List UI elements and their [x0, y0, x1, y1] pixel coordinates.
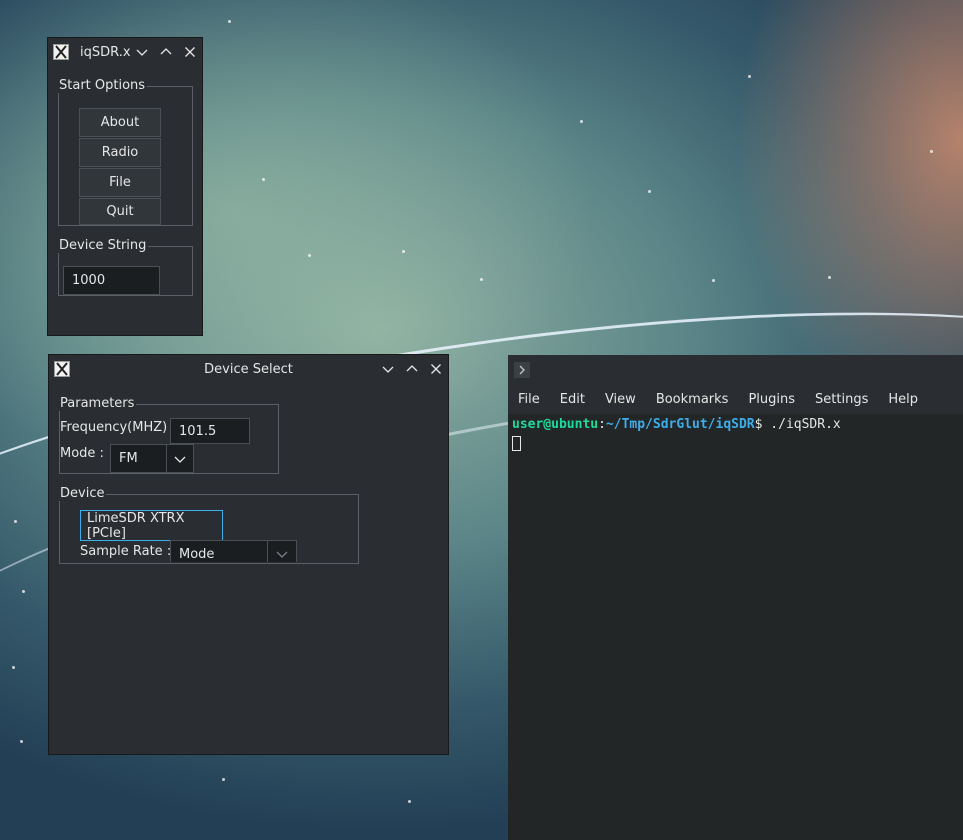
star	[480, 278, 483, 281]
menu-settings[interactable]: Settings	[815, 392, 868, 407]
prompt-user: user@ubuntu	[512, 417, 599, 432]
menu-file[interactable]: File	[518, 392, 540, 407]
group-legend: Parameters	[58, 396, 137, 411]
about-button[interactable]: About	[79, 108, 161, 137]
minimize-icon[interactable]	[376, 357, 400, 381]
device-select-titlebar[interactable]: Device Select	[49, 355, 448, 383]
star	[712, 279, 715, 282]
star	[20, 740, 23, 743]
group-legend: Device	[58, 486, 107, 501]
prompt-separator: :	[598, 417, 606, 432]
radio-button[interactable]: Radio	[79, 138, 161, 167]
window-title: iqSDR.x	[80, 44, 131, 60]
device-select-window: Device Select Parameters Frequency(MHZ) …	[48, 354, 449, 755]
frequency-input[interactable]: 101.5	[170, 418, 250, 444]
menu-edit[interactable]: Edit	[560, 392, 585, 407]
chevron-down-icon[interactable]	[166, 445, 193, 472]
star	[308, 254, 311, 257]
chevron-down-icon[interactable]	[267, 541, 296, 562]
group-legend: Device String	[57, 238, 149, 253]
terminal-output[interactable]: user@ubuntu:~/Tmp/SdrGlut/iqSDR$ ./iqSDR…	[508, 414, 963, 453]
file-button[interactable]: File	[79, 168, 161, 197]
star	[408, 800, 411, 803]
star	[228, 20, 231, 23]
sample-rate-select[interactable]: Mode	[170, 540, 297, 562]
mode-label: Mode :	[60, 446, 104, 461]
device-name-button[interactable]: LimeSDR XTRX [PCIe]	[80, 510, 223, 541]
star	[22, 590, 25, 593]
typed-command: ./iqSDR.x	[762, 417, 841, 432]
menu-plugins[interactable]: Plugins	[748, 392, 795, 407]
menu-view[interactable]: View	[605, 392, 636, 407]
terminal-menubar: File Edit View Bookmarks Plugins Setting…	[508, 384, 963, 414]
star	[580, 120, 583, 123]
iqsdr-window: iqSDR.x Start Options About Radio File Q…	[47, 37, 203, 336]
star	[828, 276, 831, 279]
sample-rate-label: Sample Rate :	[80, 544, 172, 559]
star	[262, 178, 265, 181]
terminal-line: user@ubuntu:~/Tmp/SdrGlut/iqSDR$ ./iqSDR…	[512, 416, 959, 434]
maximize-icon[interactable]	[400, 357, 424, 381]
group-legend: Start Options	[57, 78, 148, 93]
star	[222, 778, 225, 781]
x11-app-icon	[53, 44, 69, 60]
star	[12, 666, 15, 669]
frequency-label: Frequency(MHZ)	[60, 420, 168, 435]
x11-app-icon	[54, 361, 70, 377]
star	[748, 75, 751, 78]
prompt-path: ~/Tmp/SdrGlut/iqSDR	[605, 417, 755, 432]
terminal-app-icon	[514, 361, 530, 378]
device-string-input[interactable]: 1000	[63, 266, 160, 295]
terminal-titlebar[interactable]	[508, 355, 963, 384]
quit-button[interactable]: Quit	[79, 198, 161, 225]
menu-bookmarks[interactable]: Bookmarks	[656, 392, 729, 407]
close-icon[interactable]	[424, 357, 448, 381]
star	[648, 190, 651, 193]
sample-rate-select-value: Mode	[179, 547, 215, 562]
star	[402, 250, 405, 253]
iqsdr-titlebar[interactable]: iqSDR.x	[48, 38, 202, 66]
close-icon[interactable]	[178, 40, 202, 64]
mode-select-value: FM	[119, 451, 138, 466]
terminal-cursor	[512, 436, 521, 451]
star	[14, 520, 17, 523]
mode-select[interactable]: FM	[110, 444, 194, 473]
maximize-icon[interactable]	[154, 40, 178, 64]
star	[930, 150, 933, 153]
terminal-window: File Edit View Bookmarks Plugins Setting…	[508, 355, 963, 840]
menu-help[interactable]: Help	[888, 392, 918, 407]
minimize-icon[interactable]	[131, 40, 155, 64]
